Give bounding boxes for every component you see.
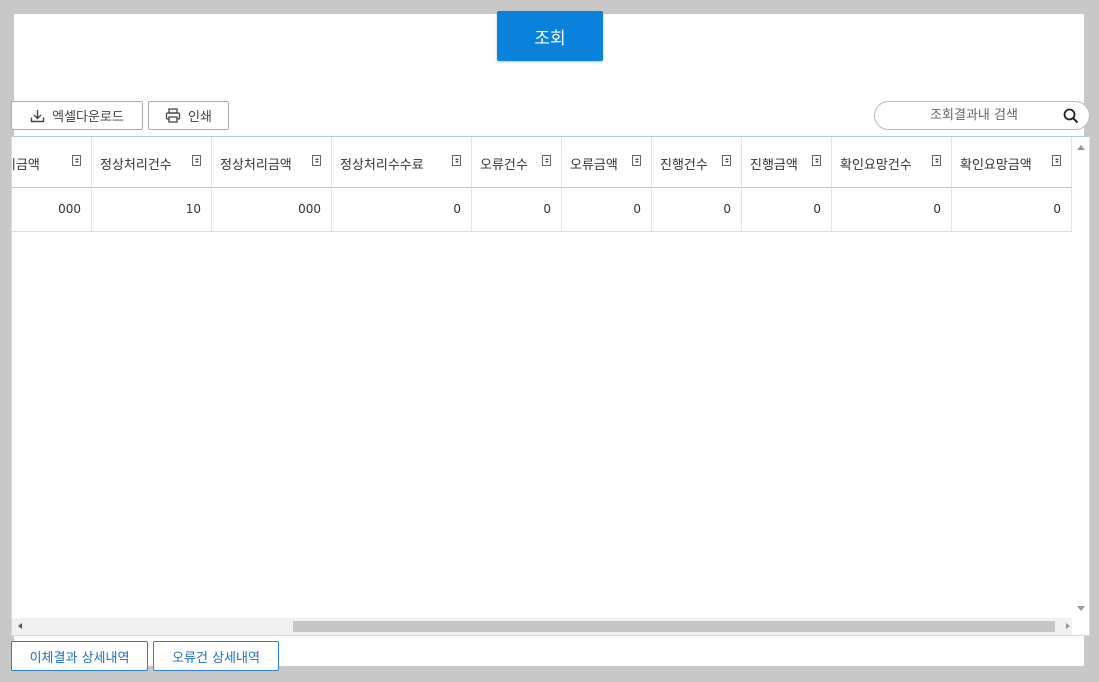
cell-value: 0 <box>1053 202 1061 216</box>
table-cell: 000 <box>212 187 332 231</box>
cell-value: 000 <box>298 202 321 216</box>
table-cell: 0 <box>742 187 832 231</box>
column-header[interactable]: 진행건수 <box>652 137 742 187</box>
cell-value: 000 <box>58 202 81 216</box>
cell-value: 0 <box>813 202 821 216</box>
table-cell: 0 <box>562 187 652 231</box>
table-cell: 0 <box>952 187 1072 231</box>
scroll-left-icon[interactable] <box>18 623 22 629</box>
sort-icon[interactable] <box>312 155 321 166</box>
horizontal-scroll-thumb[interactable] <box>293 621 1055 632</box>
sort-icon[interactable] <box>542 155 551 166</box>
sort-icon[interactable] <box>192 155 201 166</box>
column-header-label: 확인요망건수 <box>840 158 912 173</box>
sort-icon[interactable] <box>452 155 461 166</box>
grid-header-row: 리금액 정상처리건수 정상처리금액 정상처리수수료 오류건수 오류금액 진행건수 진행금액 확인… <box>12 137 1072 188</box>
printer-icon <box>165 108 181 123</box>
cell-value: 0 <box>933 202 941 216</box>
result-search-input[interactable] <box>889 102 1059 129</box>
cell-value: 0 <box>543 202 551 216</box>
scroll-up-icon[interactable] <box>1077 145 1085 150</box>
cell-value: 0 <box>633 202 641 216</box>
table-cell: 0 <box>332 187 472 231</box>
column-header-label: 리금액 <box>12 158 40 173</box>
column-header[interactable]: 정상처리금액 <box>212 137 332 187</box>
excel-download-label: 엑셀다운로드 <box>52 110 124 125</box>
cell-value: 0 <box>723 202 731 216</box>
sort-icon[interactable] <box>812 155 821 166</box>
column-header-label: 오류건수 <box>480 158 528 173</box>
column-header[interactable]: 정상처리수수료 <box>332 137 472 187</box>
column-header[interactable]: 정상처리건수 <box>92 137 212 187</box>
table-cell: 0 <box>652 187 742 231</box>
column-header-label: 진행금액 <box>750 158 798 173</box>
result-search <box>874 101 1090 130</box>
print-button[interactable]: 인쇄 <box>148 101 229 130</box>
result-grid: 리금액 정상처리건수 정상처리금액 정상처리수수료 오류건수 오류금액 진행건수 진행금액 확인… <box>11 136 1090 636</box>
column-header-label: 정상처리건수 <box>100 158 172 173</box>
sort-icon[interactable] <box>722 155 731 166</box>
table-cell: 0 <box>472 187 562 231</box>
table-cell: 0 <box>832 187 952 231</box>
query-button[interactable]: 조회 <box>497 11 603 61</box>
search-icon[interactable] <box>1063 108 1079 128</box>
scroll-right-icon[interactable] <box>1066 623 1070 629</box>
table-cell: 10 <box>92 187 212 231</box>
transfer-result-detail-button[interactable]: 이체결과 상세내역 <box>11 641 148 671</box>
column-header-label: 확인요망금액 <box>960 158 1032 173</box>
column-header-label: 정상처리금액 <box>220 158 292 173</box>
download-icon <box>30 109 45 123</box>
print-label: 인쇄 <box>188 110 212 125</box>
sort-icon[interactable] <box>632 155 641 166</box>
table-row[interactable]: 000 10 000 0 0 0 0 0 0 0 <box>12 187 1072 232</box>
cell-value: 0 <box>453 202 461 216</box>
column-header[interactable]: 리금액 <box>12 137 92 187</box>
cell-value: 10 <box>185 202 201 216</box>
horizontal-scrollbar[interactable] <box>12 618 1072 635</box>
scroll-down-icon[interactable] <box>1077 606 1085 611</box>
column-header[interactable]: 오류금액 <box>562 137 652 187</box>
column-header[interactable]: 오류건수 <box>472 137 562 187</box>
column-header-label: 오류금액 <box>570 158 618 173</box>
vertical-scrollbar[interactable] <box>1072 137 1089 635</box>
excel-download-button[interactable]: 엑셀다운로드 <box>11 101 143 130</box>
column-header[interactable]: 진행금액 <box>742 137 832 187</box>
sort-icon[interactable] <box>72 155 81 166</box>
column-header[interactable]: 확인요망금액 <box>952 137 1072 187</box>
sort-icon[interactable] <box>1052 155 1061 166</box>
error-detail-button[interactable]: 오류건 상세내역 <box>153 641 279 671</box>
table-cell: 000 <box>12 187 92 231</box>
column-header-label: 진행건수 <box>660 158 708 173</box>
column-header-label: 정상처리수수료 <box>340 158 424 173</box>
sort-icon[interactable] <box>932 155 941 166</box>
column-header[interactable]: 확인요망건수 <box>832 137 952 187</box>
